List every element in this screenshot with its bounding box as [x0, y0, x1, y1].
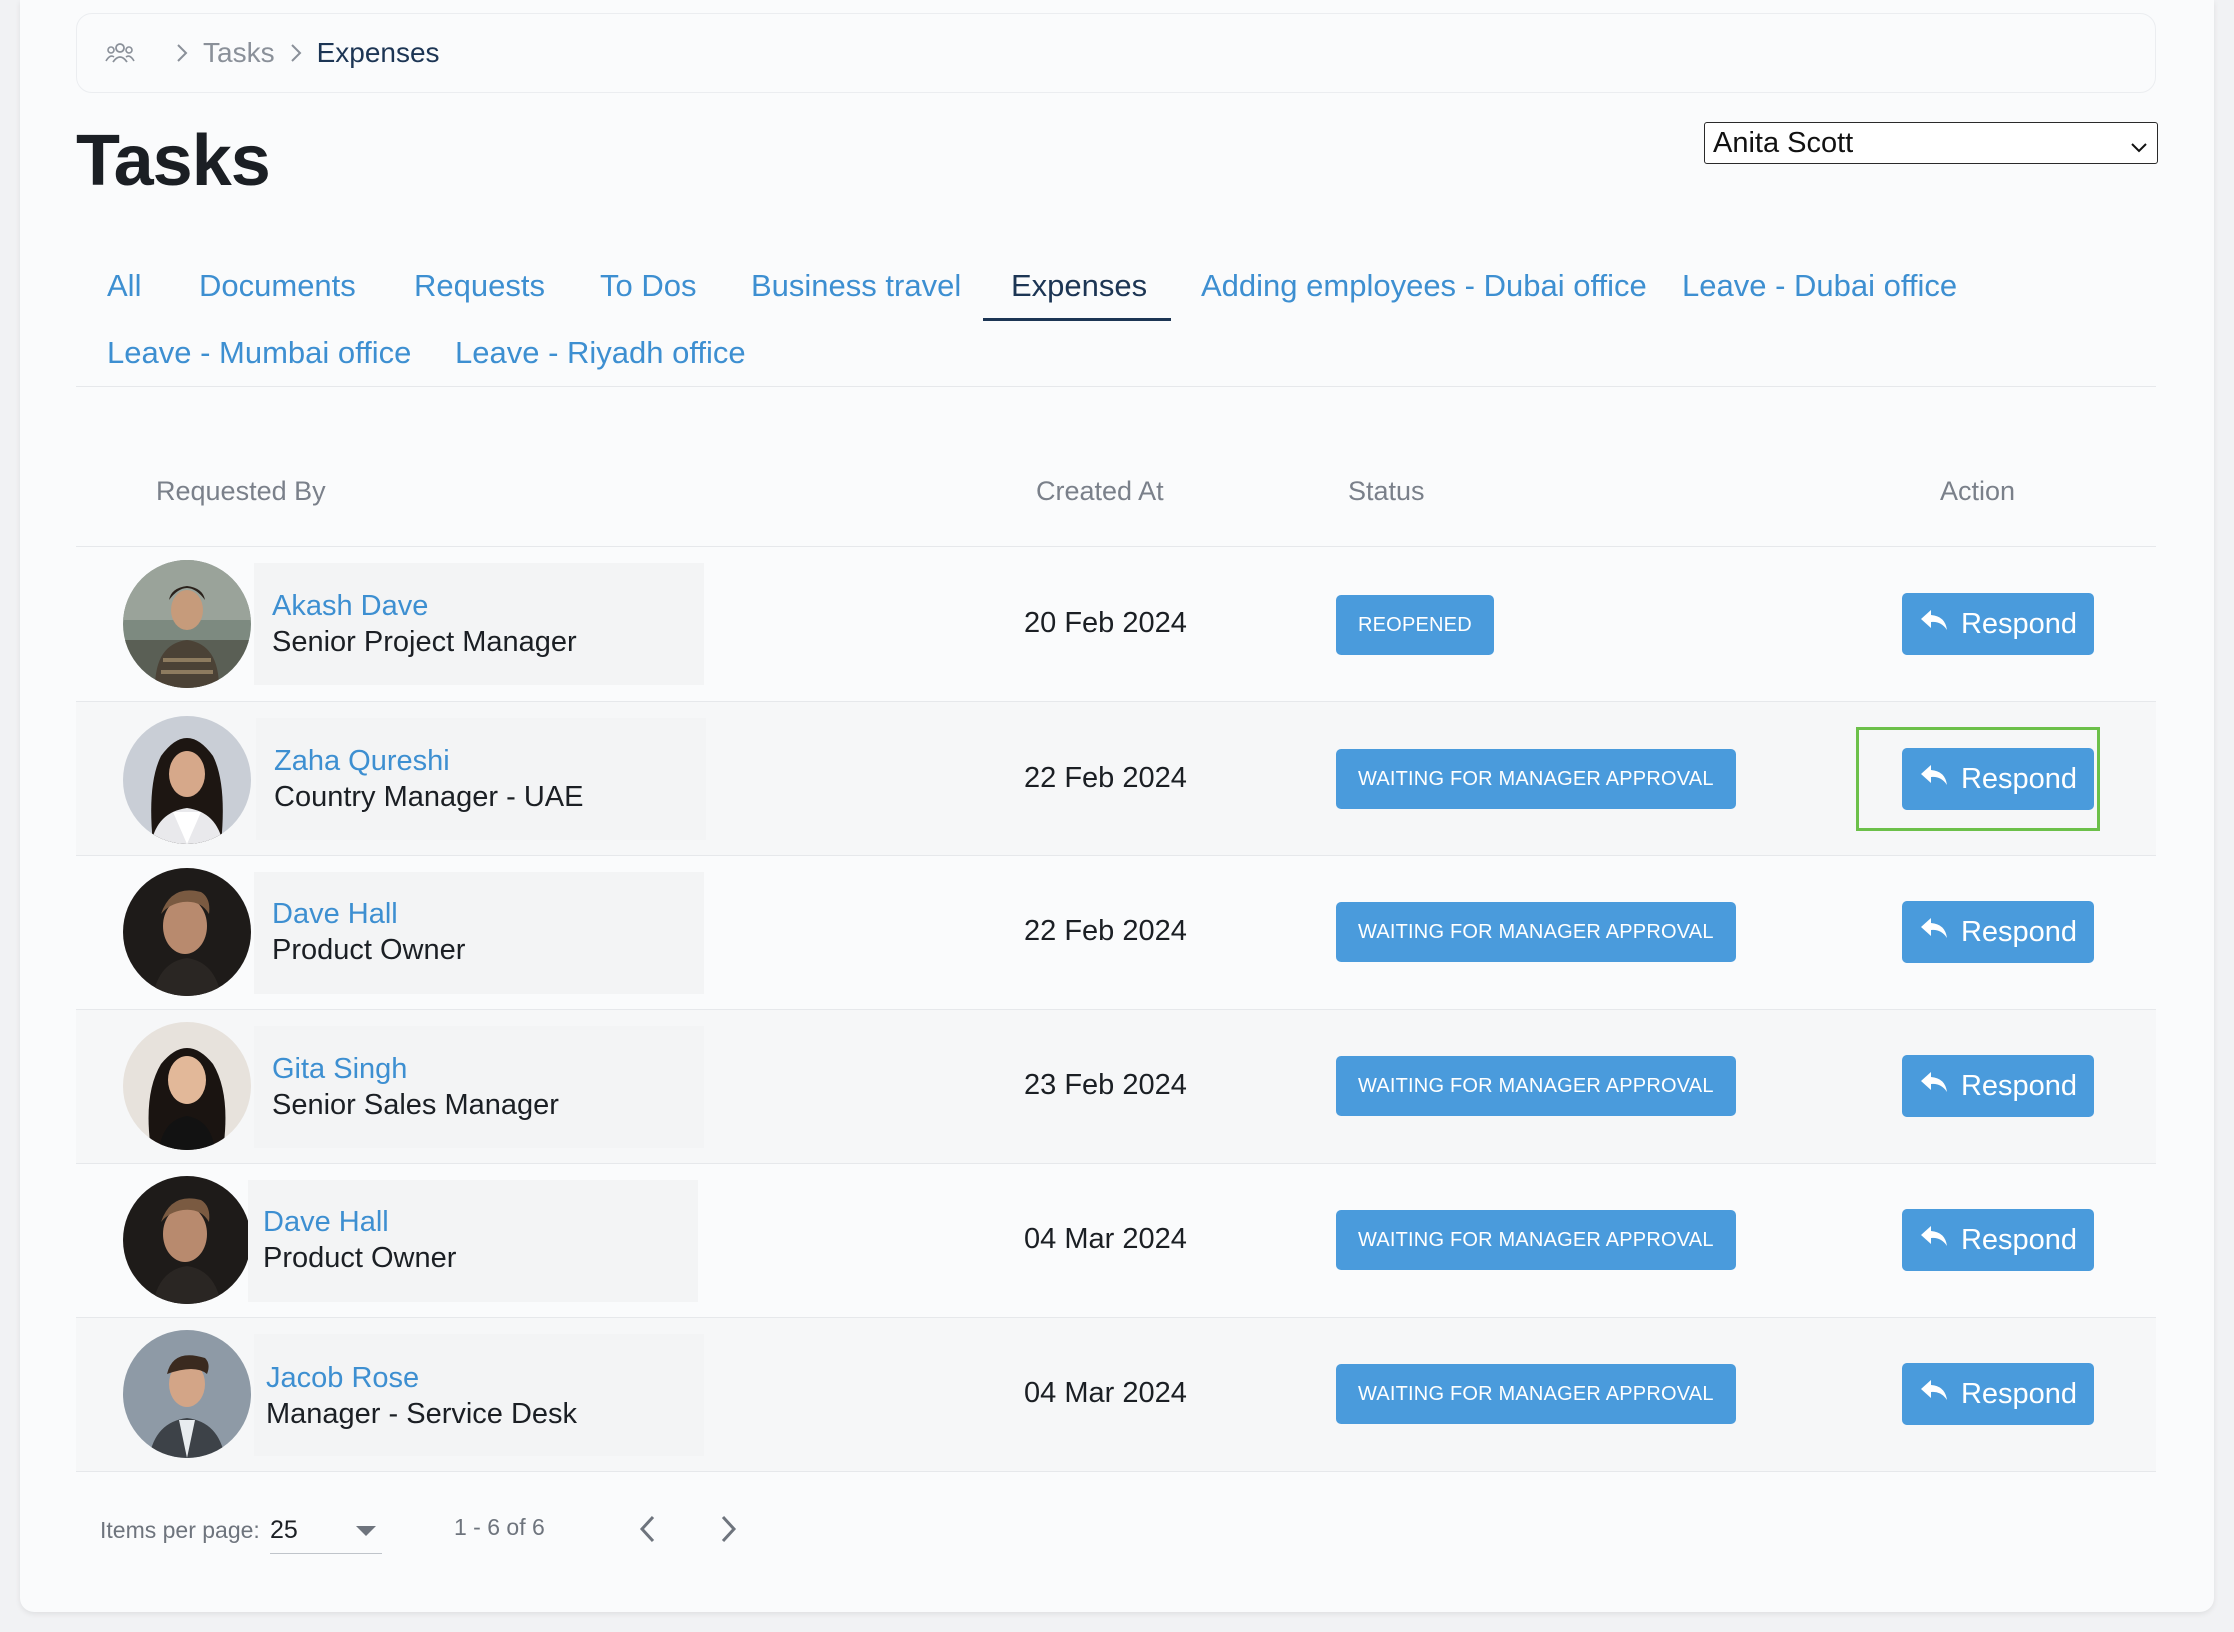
reply-icon	[1919, 915, 1949, 949]
requester-info	[254, 1026, 704, 1148]
chevron-right-icon	[721, 1515, 737, 1543]
avatar	[123, 1330, 251, 1458]
reply-icon	[1919, 1223, 1949, 1257]
tab-leave-mumbai[interactable]: Leave - Mumbai office	[107, 335, 411, 371]
tasks-card: Tasks Expenses Tasks Anita Scott All Doc…	[20, 0, 2214, 1612]
breadcrumb-expenses: Expenses	[316, 37, 440, 68]
requester-info	[248, 1180, 698, 1302]
table-row: Dave Hall Product Owner 04 Mar 2024 WAIT…	[76, 1164, 2156, 1318]
column-header-requested-by: Requested By	[156, 476, 326, 506]
column-header-created-at: Created At	[1036, 476, 1164, 506]
respond-label: Respond	[1960, 1069, 2078, 1102]
avatar	[123, 716, 251, 844]
respond-button[interactable]: Respond	[1902, 1055, 2094, 1117]
status-badge: WAITING FOR MANAGER APPROVAL	[1336, 1364, 1736, 1424]
respond-label: Respond	[1960, 1377, 2078, 1410]
requester-role: Product Owner	[263, 1242, 457, 1274]
previous-page-button[interactable]	[636, 1512, 660, 1551]
avatar	[123, 1176, 251, 1304]
created-date: 04 Mar 2024	[1024, 1377, 1187, 1409]
status-badge: WAITING FOR MANAGER APPROVAL	[1336, 1056, 1736, 1116]
tab-expenses[interactable]: Expenses	[1011, 268, 1147, 304]
items-per-page-select[interactable]: 25	[270, 1508, 382, 1554]
table-row: Zaha Qureshi Country Manager - UAE 22 Fe…	[76, 702, 2156, 856]
requester-name[interactable]: Dave Hall	[263, 1206, 389, 1239]
table-row: Jacob Rose Manager - Service Desk 04 Mar…	[76, 1318, 2156, 1472]
avatar	[123, 868, 251, 996]
status-badge: REOPENED	[1336, 595, 1494, 655]
chevron-right-icon	[289, 42, 303, 64]
items-per-page-label: Items per page:	[100, 1517, 260, 1543]
tab-leave-dubai[interactable]: Leave - Dubai office	[1682, 268, 1957, 304]
user-select-value: Anita Scott	[1713, 126, 1854, 159]
reply-icon	[1919, 1069, 1949, 1103]
user-select[interactable]: Anita Scott	[1704, 122, 2158, 164]
reply-icon	[1919, 1377, 1949, 1411]
tab-all[interactable]: All	[107, 268, 141, 304]
respond-label: Respond	[1960, 915, 2078, 948]
requester-name[interactable]: Dave Hall	[272, 898, 398, 931]
column-header-status: Status	[1348, 476, 1425, 506]
chevron-down-icon	[2129, 132, 2149, 165]
table-row: Akash Dave Senior Project Manager 20 Feb…	[76, 547, 2156, 701]
avatar	[123, 1022, 251, 1150]
page-title: Tasks	[76, 121, 271, 201]
requester-role: Manager - Service Desk	[266, 1398, 578, 1430]
respond-button[interactable]: Respond	[1902, 593, 2094, 655]
items-per-page-value: 25	[270, 1516, 298, 1544]
requester-info	[254, 563, 704, 685]
respond-label: Respond	[1960, 1223, 2078, 1256]
requester-role: Senior Project Manager	[272, 626, 577, 658]
requester-info	[256, 718, 706, 840]
requester-role: Country Manager - UAE	[274, 781, 584, 813]
chevron-right-icon	[175, 42, 189, 64]
avatar	[123, 560, 251, 688]
tab-leave-riyadh[interactable]: Leave - Riyadh office	[455, 335, 746, 371]
tab-documents[interactable]: Documents	[199, 268, 356, 304]
tab-adding-employees-dubai[interactable]: Adding employees - Dubai office	[1201, 268, 1647, 304]
tab-requests[interactable]: Requests	[414, 268, 545, 304]
breadcrumb: Tasks Expenses	[76, 13, 2156, 93]
requester-name[interactable]: Zaha Qureshi	[274, 745, 450, 778]
row-divider	[76, 1471, 2156, 1472]
requester-role: Product Owner	[272, 934, 466, 966]
respond-label: Respond	[1960, 607, 2078, 640]
tab-business-travel[interactable]: Business travel	[751, 268, 961, 304]
caret-down-icon	[356, 1525, 376, 1543]
breadcrumb-tasks[interactable]: Tasks	[203, 37, 275, 69]
requester-name[interactable]: Akash Dave	[272, 590, 428, 623]
active-tab-indicator	[983, 318, 1171, 321]
table-row: Dave Hall Product Owner 22 Feb 2024 WAIT…	[76, 856, 2156, 1010]
status-badge: WAITING FOR MANAGER APPROVAL	[1336, 749, 1736, 809]
people-icon[interactable]	[105, 42, 135, 64]
requester-info	[254, 1334, 704, 1456]
next-page-button[interactable]	[716, 1512, 740, 1551]
chevron-left-icon	[639, 1515, 655, 1543]
tab-to-dos[interactable]: To Dos	[600, 268, 696, 304]
page-range: 1 - 6 of 6	[454, 1514, 545, 1540]
created-date: 04 Mar 2024	[1024, 1223, 1187, 1255]
requester-name[interactable]: Gita Singh	[272, 1053, 407, 1086]
created-date: 22 Feb 2024	[1024, 915, 1187, 947]
requester-role: Senior Sales Manager	[272, 1089, 559, 1121]
status-badge: WAITING FOR MANAGER APPROVAL	[1336, 1210, 1736, 1270]
respond-button[interactable]: Respond	[1902, 1363, 2094, 1425]
focus-highlight	[1856, 727, 2100, 831]
created-date: 20 Feb 2024	[1024, 607, 1187, 639]
requester-info	[254, 872, 704, 994]
reply-icon	[1919, 607, 1949, 641]
column-header-action: Action	[1940, 476, 2016, 506]
requester-name[interactable]: Jacob Rose	[266, 1362, 419, 1395]
created-date: 22 Feb 2024	[1024, 762, 1187, 794]
table-row: Gita Singh Senior Sales Manager 23 Feb 2…	[76, 1010, 2156, 1164]
respond-button[interactable]: Respond	[1902, 901, 2094, 963]
tabs-divider	[76, 386, 2156, 387]
respond-button[interactable]: Respond	[1902, 1209, 2094, 1271]
status-badge: WAITING FOR MANAGER APPROVAL	[1336, 902, 1736, 962]
created-date: 23 Feb 2024	[1024, 1069, 1187, 1101]
